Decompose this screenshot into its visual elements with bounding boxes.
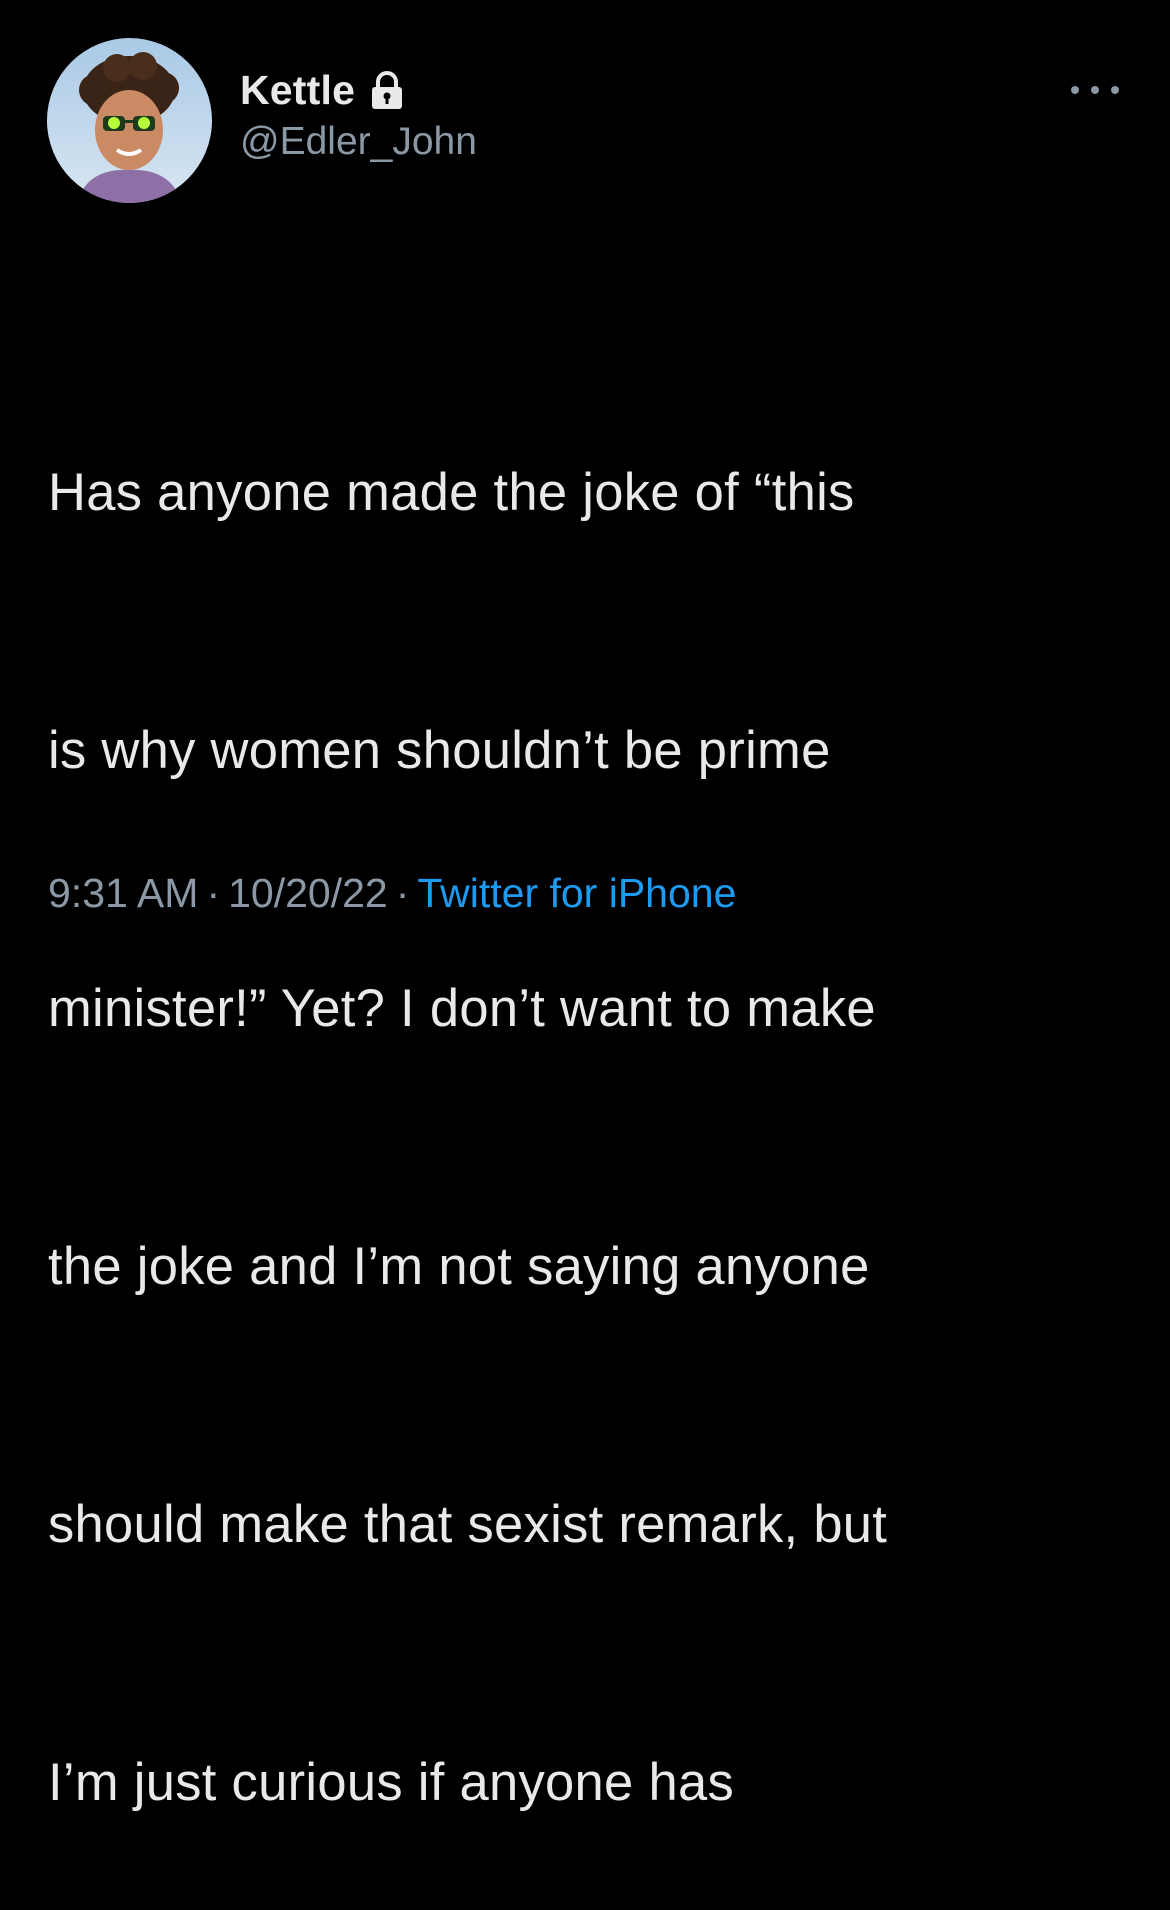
name-row: Kettle <box>240 62 477 118</box>
lock-icon <box>365 68 409 112</box>
avatar-image <box>47 38 212 203</box>
tweet-line: minister!” Yet? I don’t want to make <box>48 979 876 1038</box>
profile-avatar[interactable] <box>47 38 212 203</box>
tweet-line: should make that sexist remark, but <box>48 1495 888 1554</box>
tweet-line: Has anyone made the joke of “this <box>48 463 855 522</box>
tweet-metadata: 9:31 AM · 10/20/22 · Twitter for iPhone <box>48 870 736 917</box>
tweet-line: the joke and I’m not saying anyone <box>48 1237 870 1296</box>
tweet-date[interactable]: 10/20/22 <box>228 870 388 916</box>
tweet-line: I’m just curious if anyone has <box>48 1753 734 1812</box>
meta-separator: · <box>395 870 410 916</box>
author-info: Kettle @Edler_John <box>240 62 477 164</box>
tweet: Kettle @Edler_John Has anyone made the j… <box>0 0 1170 1812</box>
tweet-source-link[interactable]: Twitter for iPhone <box>417 870 736 916</box>
user-handle[interactable]: @Edler_John <box>240 120 477 164</box>
tweet-time[interactable]: 9:31 AM <box>48 870 198 916</box>
more-dots-icon[interactable] <box>1064 78 1126 102</box>
display-name[interactable]: Kettle <box>240 67 355 114</box>
meta-separator: · <box>206 870 221 916</box>
tweet-line: is why women shouldn’t be prime <box>48 721 831 780</box>
tweet-text: Has anyone made the joke of “this is why… <box>48 278 1138 1910</box>
